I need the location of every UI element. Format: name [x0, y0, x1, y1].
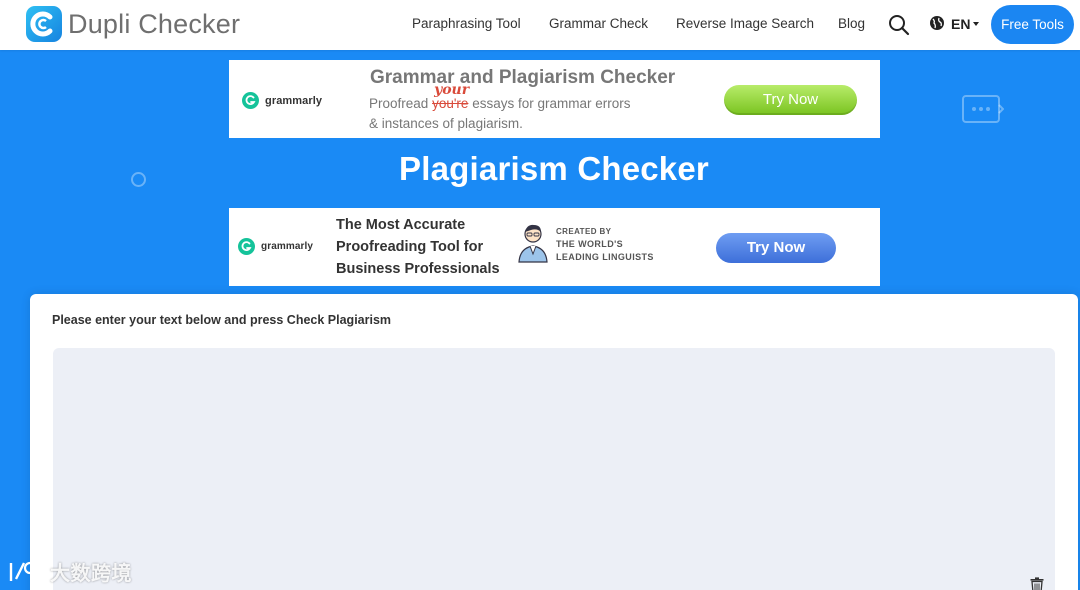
ad-body-line2: & instances of plagiarism. [369, 116, 523, 131]
linguist-person-icon [518, 224, 548, 263]
ad-tagline-line: LEADING LINGUISTS [556, 252, 654, 262]
ad-tagline-line: CREATED BY [556, 227, 612, 236]
watermark-logo-icon [9, 561, 48, 581]
grammarly-logo: grammarly [242, 92, 322, 109]
ad-headline-line: Proofreading Tool for [336, 239, 484, 255]
nav-reverse-image-search[interactable]: Reverse Image Search [676, 15, 814, 33]
ad-body-prefix: Proofread [369, 96, 429, 111]
language-selector[interactable]: EN [951, 15, 970, 33]
grammarly-ad-banner[interactable]: grammarly Grammar and Plagiarism Checker… [229, 60, 880, 138]
watermark-text: 大数跨境 [50, 561, 132, 585]
ad-headline-line: Business Professionals [336, 261, 500, 277]
ad-body-rest: essays for grammar errors [472, 96, 631, 111]
nav-blog[interactable]: Blog [838, 15, 865, 33]
grammarly-logo-icon [238, 238, 255, 255]
free-tools-button[interactable]: Free Tools [991, 5, 1074, 44]
ad-try-now-button[interactable]: Try Now [716, 233, 836, 263]
ad-headline-line: The Most Accurate [336, 217, 466, 233]
ad-headline: The Most Accurate Proofreading Tool for … [336, 214, 500, 280]
grammarly-logo: grammarly [238, 238, 313, 255]
watermark: 大数跨境 [8, 557, 132, 586]
ad-tagline: CREATED BY THE WORLD'S LEADING LINGUISTS [556, 225, 654, 264]
chat-bubble-icon [962, 95, 1004, 123]
grammarly-business-ad[interactable]: grammarly The Most Accurate Proofreading… [229, 208, 880, 286]
globe-icon [930, 16, 944, 30]
text-input-area[interactable] [53, 348, 1055, 590]
ad-correction-word: your [434, 82, 470, 98]
ad-body: Proofread you're your essays for grammar… [369, 82, 631, 134]
site-logo[interactable]: Dupli Checker [26, 5, 240, 43]
grammarly-wordmark: grammarly [261, 241, 314, 252]
ad-corrected-word: you're your [432, 82, 469, 114]
plagiarism-checker-card: Please enter your text below and press C… [30, 294, 1078, 590]
site-header: Dupli Checker Paraphrasing Tool Grammar … [0, 0, 1080, 50]
duplichecker-logo-icon [26, 6, 62, 42]
nav-grammar-check[interactable]: Grammar Check [549, 15, 648, 33]
ad-title: Grammar and Plagiarism Checker [370, 67, 676, 88]
logo-text: Dupli Checker [68, 8, 241, 39]
ad-try-now-button[interactable]: Try Now [724, 85, 857, 115]
search-icon[interactable] [888, 14, 910, 36]
trash-icon[interactable] [1030, 577, 1044, 590]
chevron-down-icon [973, 22, 979, 26]
nav-paraphrasing-tool[interactable]: Paraphrasing Tool [412, 15, 521, 33]
instruction-text: Please enter your text below and press C… [52, 313, 392, 327]
grammarly-wordmark: grammarly [265, 94, 323, 107]
page-title: Plagiarism Checker [399, 150, 709, 187]
grammarly-logo-icon [242, 92, 259, 109]
ad-tagline-line: THE WORLD'S [556, 239, 624, 249]
